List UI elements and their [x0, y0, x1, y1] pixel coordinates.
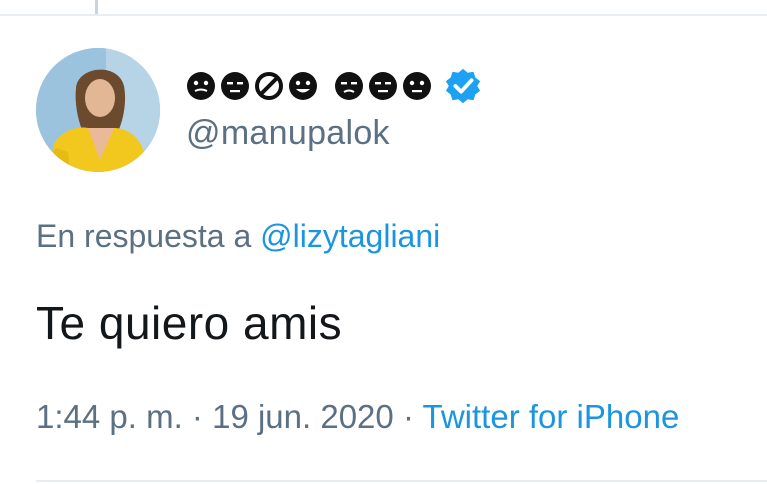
top-divider	[0, 14, 767, 16]
tweet-metadata: 1:44 p. m. · 19 jun. 2020 · Twitter for …	[36, 398, 679, 436]
tweet-source-link[interactable]: Twitter for iPhone	[423, 398, 680, 435]
dark-face-emoji-icon	[335, 72, 363, 100]
meta-separator: ·	[402, 398, 414, 435]
dark-face-emoji-icon	[403, 72, 431, 100]
avatar-photo	[36, 48, 160, 172]
reply-prefix: En respuesta a	[36, 218, 252, 254]
avatar[interactable]	[36, 48, 160, 172]
dark-face-emoji-icon	[289, 72, 317, 100]
dark-face-emoji-icon	[221, 72, 249, 100]
reply-context: En respuesta a @lizytagliani	[36, 218, 440, 255]
reply-mention-link[interactable]: @lizytagliani	[260, 218, 440, 254]
meta-separator: ·	[191, 398, 203, 435]
verified-badge-icon	[445, 68, 481, 104]
display-name-emoji-group-1	[186, 71, 318, 101]
tweet-date[interactable]: 19 jun. 2020	[212, 398, 394, 435]
tweet-text: Te quiero amis	[36, 297, 343, 349]
display-name[interactable]	[186, 64, 482, 108]
user-handle[interactable]: @manupalok	[186, 114, 390, 153]
display-name-emoji-group-2	[334, 71, 432, 101]
dark-face-emoji-icon	[187, 72, 215, 100]
bottom-divider	[36, 480, 767, 482]
tweet-time[interactable]: 1:44 p. m.	[36, 398, 183, 435]
prohibited-emoji-icon	[255, 72, 283, 100]
dark-face-emoji-icon	[369, 72, 397, 100]
